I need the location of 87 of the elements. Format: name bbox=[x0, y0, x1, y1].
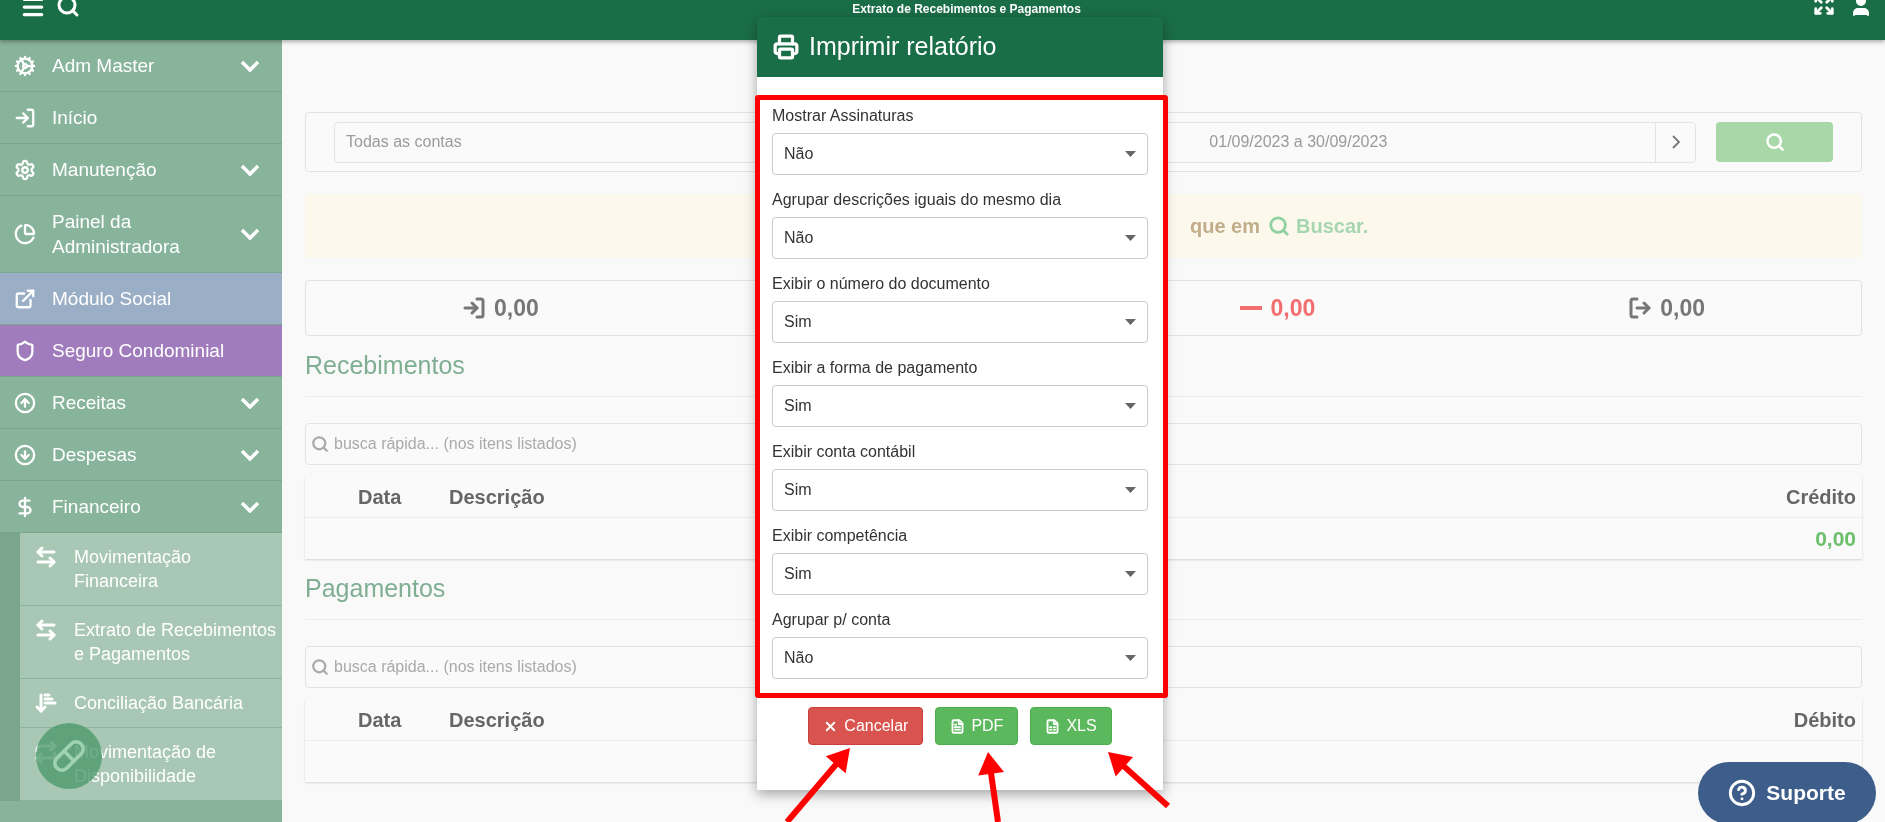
section-title: Pagamentos bbox=[305, 573, 446, 604]
cancel-button[interactable]: Cancelar bbox=[808, 707, 924, 745]
account-placeholder: Todas as contas bbox=[346, 132, 462, 152]
search-icon bbox=[311, 658, 329, 676]
arrow-down-circle-icon bbox=[14, 443, 36, 466]
annotation-arrow bbox=[978, 752, 1004, 822]
sign-in-icon bbox=[462, 296, 486, 320]
alert-text: que em bbox=[1190, 214, 1261, 239]
exchange-icon bbox=[34, 618, 58, 642]
total-value: 0,00 bbox=[1270, 293, 1316, 323]
arrow-up-circle-icon bbox=[14, 391, 36, 414]
gears-icon bbox=[14, 54, 36, 77]
sidebar-item-label: Seguro Condominial bbox=[52, 339, 226, 363]
sidebar-item-label: Financeiro bbox=[52, 495, 142, 519]
sign-in-icon bbox=[14, 106, 36, 129]
section-title: Recebimentos bbox=[305, 350, 465, 381]
sidebar-item-label: Módulo Social bbox=[52, 287, 173, 311]
annotation-arrow bbox=[1108, 752, 1170, 809]
select-field[interactable]: Não bbox=[772, 133, 1148, 175]
sidebar-subitem[interactable]: Conciliação Bancária bbox=[20, 679, 282, 728]
total-value: 0,00 bbox=[494, 293, 539, 323]
page-subtitle: Extrato de Recebimentos e Pagamentos bbox=[852, 2, 1081, 16]
select-field[interactable]: Sim bbox=[772, 469, 1148, 511]
search-icon bbox=[1268, 215, 1291, 237]
pdf-button[interactable]: PDF bbox=[935, 707, 1019, 745]
external-link-icon bbox=[14, 287, 36, 310]
minus-icon bbox=[1240, 306, 1263, 310]
sidebar-subitem-label: Movimentação Financeira bbox=[74, 546, 193, 593]
field-label: Exibir competência bbox=[772, 526, 909, 546]
table-total: 0,00 bbox=[1815, 525, 1856, 552]
column-header: Data bbox=[358, 485, 403, 510]
support-button[interactable]: Suporte bbox=[1698, 762, 1876, 822]
chevron-right-icon bbox=[1671, 135, 1680, 149]
field-label: Mostrar Assinaturas bbox=[772, 106, 915, 126]
sign-out-icon bbox=[1628, 296, 1653, 320]
sidebar-item-label: Início bbox=[52, 106, 99, 130]
sidebar-item[interactable]: Módulo Social bbox=[0, 273, 282, 325]
sidebar-item[interactable]: Seguro Condominial bbox=[0, 325, 282, 377]
select-field[interactable]: Sim bbox=[772, 301, 1148, 343]
file-icon bbox=[950, 718, 966, 734]
sidebar-item-label: Adm Master bbox=[52, 54, 156, 78]
column-header: Débito bbox=[1793, 708, 1856, 733]
caret-icon bbox=[1125, 151, 1136, 157]
select-field[interactable]: Sim bbox=[772, 553, 1148, 595]
search-icon bbox=[311, 435, 329, 453]
search-icon[interactable] bbox=[56, 0, 80, 18]
field-label: Agrupar descrições iguais do mesmo dia bbox=[772, 190, 1063, 210]
select-field[interactable]: Não bbox=[772, 217, 1148, 259]
shield-icon bbox=[14, 339, 36, 362]
expand-icon[interactable] bbox=[1813, 0, 1835, 16]
caret-icon bbox=[1125, 235, 1136, 241]
help-icon bbox=[1728, 779, 1757, 807]
sidebar-subitem-label: Extrato de Recebimentos e Pagamentos bbox=[74, 619, 278, 666]
xls-button[interactable]: XLS bbox=[1030, 707, 1112, 745]
sidebar-subitem[interactable]: Extrato de Recebimentos e Pagamentos bbox=[20, 606, 282, 679]
column-header: Descrição bbox=[449, 485, 545, 510]
search-link[interactable]: Buscar. bbox=[1296, 211, 1369, 241]
column-header: Descrição bbox=[449, 708, 545, 733]
caret-icon bbox=[1125, 487, 1136, 493]
sidebar-item-label: Despesas bbox=[52, 443, 138, 467]
sidebar-item-label: Receitas bbox=[52, 391, 127, 415]
column-header: Data bbox=[358, 708, 403, 733]
sort-icon bbox=[34, 691, 58, 715]
caret-icon bbox=[1125, 403, 1136, 409]
total-value: 0,00 bbox=[1660, 293, 1705, 323]
column-header: Crédito bbox=[1786, 485, 1856, 510]
pie-chart-icon bbox=[14, 223, 36, 245]
period-text: 01/09/2023 a 30/09/2023 bbox=[1208, 132, 1389, 152]
spreadsheet-icon bbox=[1045, 718, 1061, 734]
select-field[interactable]: Sim bbox=[772, 385, 1148, 427]
gear-icon bbox=[14, 158, 36, 181]
field-label: Agrupar p/ conta bbox=[772, 610, 892, 630]
field-label: Exibir o número do documento bbox=[772, 274, 991, 294]
sidebar-item-label: Painel da Administradora bbox=[52, 210, 181, 259]
select-field[interactable]: Não bbox=[772, 637, 1148, 679]
caret-icon bbox=[1125, 571, 1136, 577]
caret-icon bbox=[1125, 655, 1136, 661]
exchange-icon bbox=[34, 545, 58, 569]
field-label: Exibir conta contábil bbox=[772, 442, 917, 462]
search-icon bbox=[1764, 132, 1785, 152]
dialog-title: Imprimir relatório bbox=[809, 31, 997, 63]
sidebar-subitem[interactable]: Movimentação Financeira bbox=[20, 533, 282, 606]
caret-icon bbox=[1125, 319, 1136, 325]
printer-icon bbox=[773, 34, 799, 60]
sidebar-item-label: Manutenção bbox=[52, 158, 158, 182]
field-label: Exibir a forma de pagamento bbox=[772, 358, 979, 378]
sidebar-subitem-label: Conciliação Bancária bbox=[74, 692, 244, 715]
